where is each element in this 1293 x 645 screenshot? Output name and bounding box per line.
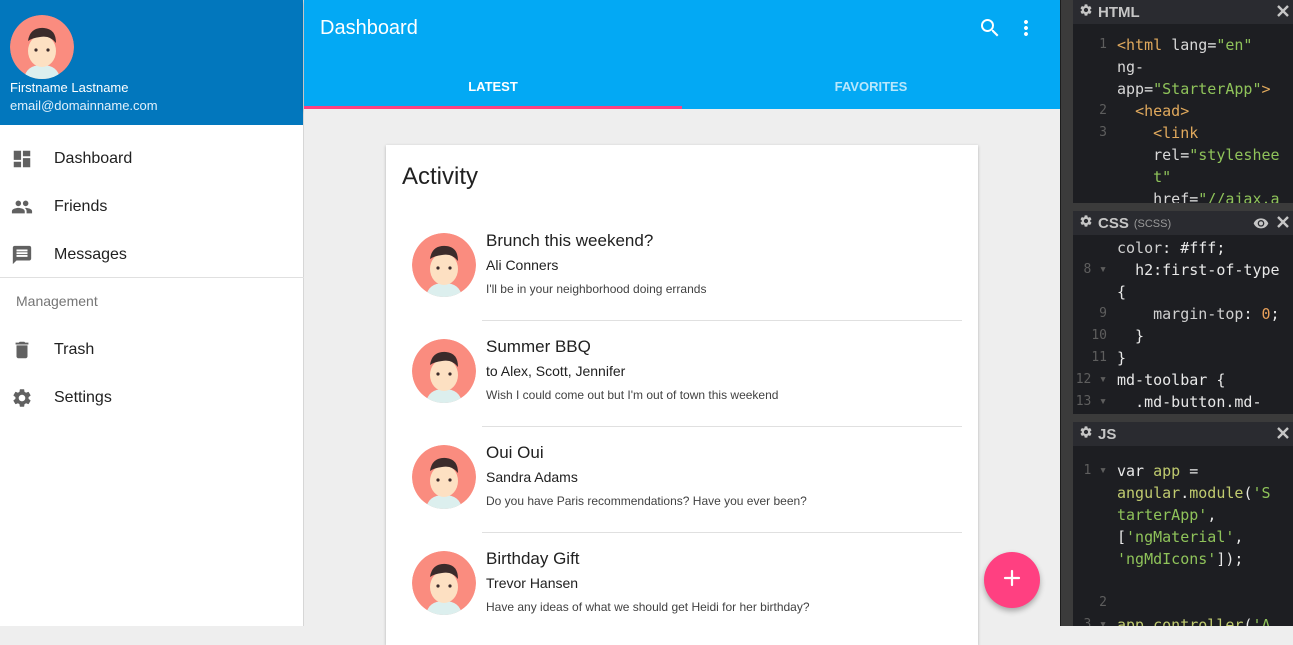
item-title: Oui Oui [486, 443, 544, 462]
search-button[interactable] [978, 16, 1002, 40]
panel-title: HTML [1098, 3, 1140, 21]
trash-icon [0, 339, 54, 361]
user-email: email@domainname.com [10, 98, 158, 113]
nav-item-label: Messages [54, 246, 127, 263]
nav-item-label: Trash [54, 341, 95, 358]
more-vert-icon [1014, 20, 1038, 44]
panel-header: CSS (SCSS) [1073, 211, 1293, 235]
item-who: Trevor Hansen [486, 575, 579, 591]
management-subheader: Management [16, 293, 98, 309]
css-editor-panel: CSS (SCSS) color: #fff; 8 ▾ h2:first-of-… [1073, 211, 1293, 414]
gear-icon[interactable] [1079, 425, 1093, 443]
more-menu-button[interactable] [1014, 16, 1038, 40]
nav-item-label: Friends [54, 198, 108, 215]
app-toolbar: Dashboard LATEST FAVORITES [304, 0, 1060, 109]
add-fab-button[interactable] [984, 552, 1040, 608]
panel-title: JS [1098, 425, 1117, 443]
list-item[interactable]: Oui Oui Sandra Adams Do you have Paris r… [386, 427, 978, 533]
main-content: Activity Brunch this weekend? Ali Conner… [304, 109, 1060, 645]
page-title: Dashboard [320, 17, 418, 39]
close-icon[interactable] [1275, 425, 1291, 445]
gear-icon[interactable] [1079, 3, 1093, 21]
card-title: Activity [402, 163, 479, 190]
nav-item-label: Dashboard [54, 150, 133, 167]
item-title: Summer BBQ [486, 337, 591, 356]
gear-icon [0, 387, 54, 409]
divider [0, 277, 304, 278]
tab-favorites[interactable]: FAVORITES [682, 64, 1060, 109]
pane-resize-handle[interactable] [1060, 0, 1073, 626]
panel-title: CSS [1098, 214, 1129, 232]
nav-item-trash[interactable]: Trash [0, 326, 304, 374]
item-notes: Wish I could come out but I'm out of tow… [486, 388, 779, 402]
list-item[interactable]: Summer BBQ to Alex, Scott, Jennifer Wish… [386, 321, 978, 427]
plus-icon [1003, 569, 1021, 592]
close-icon[interactable] [1275, 3, 1291, 23]
html-editor-panel: HTML 1 <html lang="en" ng- app="StarterAp… [1073, 0, 1293, 203]
search-icon [978, 19, 1002, 44]
panel-header: JS [1073, 422, 1293, 446]
panel-subtitle: (SCSS) [1133, 218, 1172, 230]
eye-icon[interactable] [1253, 216, 1269, 233]
sidenav-header: Firstname Lastname email@domainname.com [0, 0, 303, 125]
sidenav: Firstname Lastname email@domainname.com … [0, 0, 304, 626]
nav-item-label: Settings [54, 389, 112, 406]
item-notes: I'll be in your neighborhood doing erran… [486, 282, 707, 296]
avatar [412, 551, 476, 615]
item-title: Brunch this weekend? [486, 231, 654, 250]
panel-resize-handle[interactable] [1073, 414, 1293, 422]
nav-item-messages[interactable]: Messages [0, 231, 304, 279]
user-avatar [10, 15, 74, 79]
list-item[interactable]: Birthday Gift Trevor Hansen Have any ide… [386, 533, 978, 639]
item-notes: Have any ideas of what we should get Hei… [486, 600, 810, 614]
gear-icon[interactable] [1079, 214, 1093, 232]
item-who: Ali Conners [486, 257, 559, 273]
item-title: Birthday Gift [486, 549, 580, 568]
item-who: to Alex, Scott, Jennifer [486, 363, 626, 379]
js-editor-panel: JS 1 ▾ var app = angular.module('S tarter… [1073, 422, 1293, 626]
nav-item-settings[interactable]: Settings [0, 374, 304, 422]
message-icon [0, 244, 54, 266]
nav-item-friends[interactable]: Friends [0, 183, 304, 231]
item-who: Sandra Adams [486, 469, 578, 485]
tab-latest[interactable]: LATEST [304, 64, 682, 109]
close-icon[interactable] [1275, 214, 1291, 234]
avatar [412, 233, 476, 297]
people-icon [0, 196, 54, 218]
activity-card: Activity Brunch this weekend? Ali Conner… [386, 145, 978, 645]
item-notes: Do you have Paris recommendations? Have … [486, 494, 807, 508]
panel-resize-handle[interactable] [1073, 203, 1293, 211]
dashboard-icon [0, 148, 54, 170]
nav-item-dashboard[interactable]: Dashboard [0, 135, 304, 183]
avatar [412, 445, 476, 509]
user-name: Firstname Lastname [10, 80, 129, 95]
list-item[interactable]: Brunch this weekend? Ali Conners I'll be… [386, 215, 978, 321]
panel-header: HTML [1073, 0, 1293, 24]
avatar [412, 339, 476, 403]
